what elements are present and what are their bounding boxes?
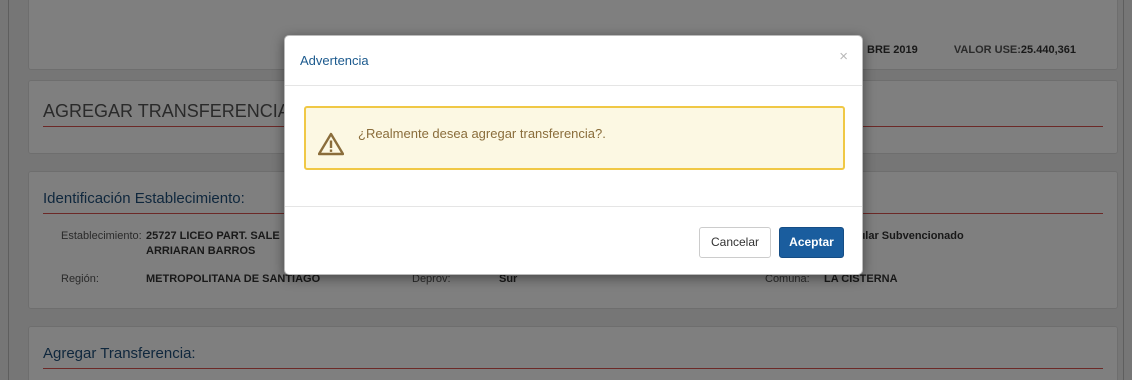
accept-button[interactable]: Aceptar — [779, 227, 844, 258]
cancel-button[interactable]: Cancelar — [699, 227, 771, 258]
dialog-header: Advertencia × — [285, 36, 862, 86]
dialog-title: Advertencia — [300, 53, 369, 68]
close-icon[interactable]: × — [839, 49, 848, 64]
warning-dialog: Advertencia × ¿Realmente desea agregar t… — [284, 35, 863, 275]
warning-message: ¿Realmente desea agregar transferencia?. — [358, 126, 606, 141]
warning-alert: ¿Realmente desea agregar transferencia?. — [304, 106, 845, 170]
dialog-footer: Cancelar Aceptar — [285, 206, 862, 274]
warning-triangle-icon — [318, 132, 344, 156]
